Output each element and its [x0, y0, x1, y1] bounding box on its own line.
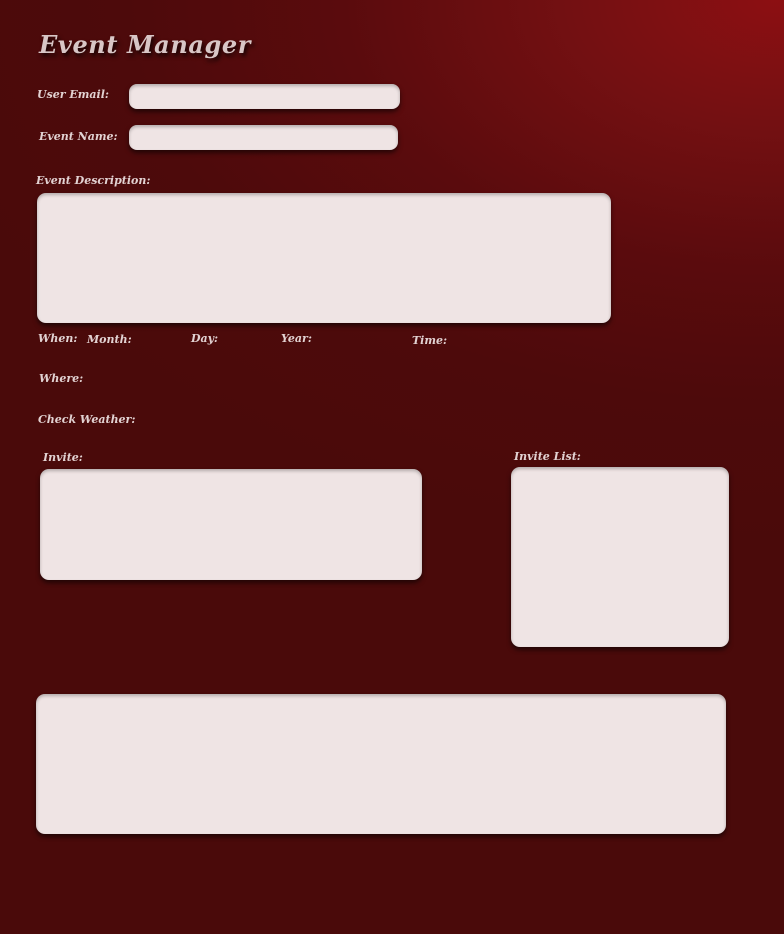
- invite-list-label: Invite List:: [514, 450, 581, 463]
- event-description-label: Event Description:: [36, 174, 151, 187]
- invite-label: Invite:: [43, 451, 83, 464]
- month-label: Month:: [87, 333, 132, 346]
- day-label: Day:: [191, 332, 219, 345]
- event-name-label: Event Name:: [39, 130, 118, 143]
- output-textarea[interactable]: [36, 694, 726, 834]
- user-email-label: User Email:: [37, 88, 109, 101]
- invite-list-box[interactable]: [511, 467, 729, 647]
- invite-textarea[interactable]: [40, 469, 422, 580]
- where-label: Where:: [39, 372, 84, 385]
- event-name-field[interactable]: [129, 125, 398, 150]
- year-label: Year:: [281, 332, 312, 345]
- check-weather-label: Check Weather:: [38, 413, 136, 426]
- when-label: When:: [38, 332, 78, 345]
- event-description-textarea[interactable]: [37, 193, 611, 323]
- page-title: Event Manager: [39, 30, 252, 59]
- user-email-field[interactable]: [129, 84, 400, 109]
- time-label: Time:: [412, 334, 448, 347]
